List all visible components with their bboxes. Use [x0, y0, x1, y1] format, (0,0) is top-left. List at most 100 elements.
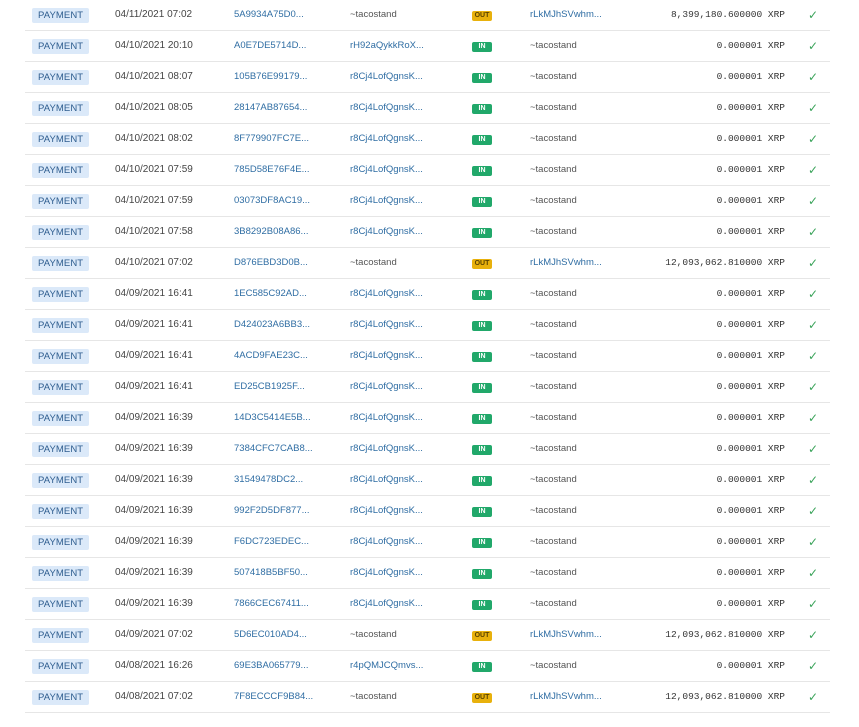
tx-from[interactable]: r8Cj4LofQgnsK... — [350, 465, 423, 495]
table-row[interactable]: PAYMENT 04/10/2021 08:02 8F779907FC7E... r8… — [25, 124, 830, 155]
tx-hash-link[interactable]: 992F2D5DF877... — [234, 496, 310, 526]
check-icon: ✓ — [807, 504, 818, 518]
table-row[interactable]: PAYMENT 04/09/2021 16:39 7384CFC7CAB8... r8… — [25, 434, 830, 465]
tx-from[interactable]: r8Cj4LofQgnsK... — [350, 589, 423, 619]
tx-hash-link[interactable]: 8F779907FC7E... — [234, 124, 309, 154]
tx-hash-link[interactable]: 03073DF8AC19... — [234, 186, 310, 216]
tx-to: ~tacostand — [530, 536, 577, 547]
type-badge: PAYMENT — [32, 442, 90, 457]
type-badge: PAYMENT — [32, 535, 90, 550]
tx-date: 04/09/2021 16:39 — [115, 474, 193, 485]
tx-hash-link[interactable]: 7866CEC67411... — [234, 589, 309, 619]
tx-hash-link[interactable]: A0E7DE5714D... — [234, 31, 306, 61]
table-row[interactable]: PAYMENT 04/10/2021 08:07 105B76E99179... r8… — [25, 62, 830, 93]
table-row[interactable]: PAYMENT 04/10/2021 07:02 D876EBD3D0B... ~ta… — [25, 248, 830, 279]
tx-date: 04/09/2021 07:02 — [115, 629, 193, 640]
tx-from[interactable]: rH92aQykkRoX... — [350, 31, 424, 61]
tx-from[interactable]: r8Cj4LofQgnsK... — [350, 496, 423, 526]
tx-hash-link[interactable]: 1EC585C92AD... — [234, 279, 307, 309]
tx-from: ~tacostand — [350, 629, 397, 640]
tx-to[interactable]: rLkMJhSVwhm... — [530, 682, 602, 712]
tx-hash-link[interactable]: 7F8ECCCF9B84... — [234, 682, 313, 712]
tx-from[interactable]: r8Cj4LofQgnsK... — [350, 93, 423, 123]
tx-amount: 0.000001 XRP — [716, 443, 785, 454]
tx-to: ~tacostand — [530, 288, 577, 299]
tx-to[interactable]: rLkMJhSVwhm... — [530, 248, 602, 278]
type-badge: PAYMENT — [32, 597, 90, 612]
tx-to[interactable]: rLkMJhSVwhm... — [530, 0, 602, 30]
table-row[interactable]: PAYMENT 04/10/2021 07:58 3B8292B08A86... r8… — [25, 217, 830, 248]
tx-from[interactable]: r8Cj4LofQgnsK... — [350, 217, 423, 247]
table-row[interactable]: PAYMENT 04/09/2021 16:39 F6DC723EDEC... r8C… — [25, 527, 830, 558]
type-badge: PAYMENT — [32, 473, 90, 488]
tx-from[interactable]: r8Cj4LofQgnsK... — [350, 186, 423, 216]
tx-hash-link[interactable]: D876EBD3D0B... — [234, 248, 308, 278]
tx-from[interactable]: r8Cj4LofQgnsK... — [350, 155, 423, 185]
tx-hash-link[interactable]: D424023A6BB3... — [234, 310, 310, 340]
check-icon: ✓ — [807, 101, 818, 115]
tx-from[interactable]: r8Cj4LofQgnsK... — [350, 372, 423, 402]
tx-from[interactable]: r8Cj4LofQgnsK... — [350, 403, 423, 433]
tx-from[interactable]: r8Cj4LofQgnsK... — [350, 310, 423, 340]
type-badge: PAYMENT — [32, 659, 90, 674]
table-row[interactable]: PAYMENT 04/08/2021 16:26 69E3BA065779... r4… — [25, 651, 830, 682]
tx-hash-link[interactable]: 14D3C5414E5B... — [234, 403, 311, 433]
tx-hash-link[interactable]: F6DC723EDEC... — [234, 527, 309, 557]
tx-hash-link[interactable]: 28147AB87654... — [234, 93, 307, 123]
table-row[interactable]: PAYMENT 04/09/2021 16:39 992F2D5DF877... r8… — [25, 496, 830, 527]
table-row[interactable]: PAYMENT 04/08/2021 07:02 7F8ECCCF9B84... ~t… — [25, 682, 830, 713]
table-row[interactable]: PAYMENT 04/10/2021 08:05 28147AB87654... r8… — [25, 93, 830, 124]
tx-date: 04/09/2021 16:41 — [115, 381, 193, 392]
table-row[interactable]: PAYMENT 04/09/2021 07:02 5D6EC010AD4... ~ta… — [25, 620, 830, 651]
table-row[interactable]: PAYMENT 04/09/2021 16:39 31549478DC2... r8C… — [25, 465, 830, 496]
direction-badge: IN — [472, 290, 492, 300]
tx-from[interactable]: r8Cj4LofQgnsK... — [350, 124, 423, 154]
tx-amount: 0.000001 XRP — [716, 536, 785, 547]
tx-from[interactable]: r4pQMJCQmvs... — [350, 651, 423, 681]
tx-from[interactable]: r8Cj4LofQgnsK... — [350, 62, 423, 92]
table-row[interactable]: PAYMENT 04/09/2021 16:41 D424023A6BB3... r8… — [25, 310, 830, 341]
tx-amount: 0.000001 XRP — [716, 412, 785, 423]
tx-hash-link[interactable]: 5A9934A75D0... — [234, 0, 304, 30]
tx-from[interactable]: r8Cj4LofQgnsK... — [350, 558, 423, 588]
direction-badge: IN — [472, 445, 492, 455]
table-row[interactable]: PAYMENT 04/10/2021 20:10 A0E7DE5714D... rH9… — [25, 31, 830, 62]
tx-hash-link[interactable]: 3B8292B08A86... — [234, 217, 308, 247]
direction-badge: IN — [472, 538, 492, 548]
tx-amount: 0.000001 XRP — [716, 71, 785, 82]
table-row[interactable]: PAYMENT 04/11/2021 07:02 5A9934A75D0... ~ta… — [25, 0, 830, 31]
type-badge: PAYMENT — [32, 287, 90, 302]
tx-hash-link[interactable]: 507418B5BF50... — [234, 558, 308, 588]
table-row[interactable]: PAYMENT 04/09/2021 16:39 14D3C5414E5B... r8… — [25, 403, 830, 434]
tx-from[interactable]: r8Cj4LofQgnsK... — [350, 341, 423, 371]
tx-hash-link[interactable]: 7384CFC7CAB8... — [234, 434, 313, 464]
direction-badge: IN — [472, 476, 492, 486]
tx-from[interactable]: r8Cj4LofQgnsK... — [350, 434, 423, 464]
tx-hash-link[interactable]: 4ACD9FAE23C... — [234, 341, 308, 371]
tx-hash-link[interactable]: 69E3BA065779... — [234, 651, 308, 681]
type-badge: PAYMENT — [32, 256, 90, 271]
table-row[interactable]: PAYMENT 04/09/2021 16:39 7866CEC67411... r8… — [25, 589, 830, 620]
direction-badge: IN — [472, 228, 492, 238]
table-row[interactable]: PAYMENT 04/09/2021 16:41 ED25CB1925F... r8C… — [25, 372, 830, 403]
tx-date: 04/10/2021 20:10 — [115, 40, 193, 51]
tx-from[interactable]: r8Cj4LofQgnsK... — [350, 527, 423, 557]
type-badge: PAYMENT — [32, 194, 90, 209]
tx-hash-link[interactable]: 105B76E99179... — [234, 62, 307, 92]
direction-badge: IN — [472, 197, 492, 207]
type-badge: PAYMENT — [32, 225, 90, 240]
check-icon: ✓ — [807, 70, 818, 84]
table-row[interactable]: PAYMENT 04/09/2021 16:39 507418B5BF50... r8… — [25, 558, 830, 589]
tx-from[interactable]: r8Cj4LofQgnsK... — [350, 279, 423, 309]
tx-hash-link[interactable]: 785D58E76F4E... — [234, 155, 310, 185]
tx-hash-link[interactable]: ED25CB1925F... — [234, 372, 305, 402]
tx-hash-link[interactable]: 5D6EC010AD4... — [234, 620, 307, 650]
tx-hash-link[interactable]: 31549478DC2... — [234, 465, 303, 495]
table-row[interactable]: PAYMENT 04/10/2021 07:59 785D58E76F4E... r8… — [25, 155, 830, 186]
check-icon: ✓ — [807, 256, 818, 270]
table-row[interactable]: PAYMENT 04/09/2021 16:41 1EC585C92AD... r8C… — [25, 279, 830, 310]
tx-from: ~tacostand — [350, 691, 397, 702]
table-row[interactable]: PAYMENT 04/10/2021 07:59 03073DF8AC19... r8… — [25, 186, 830, 217]
table-row[interactable]: PAYMENT 04/09/2021 16:41 4ACD9FAE23C... r8C… — [25, 341, 830, 372]
tx-to[interactable]: rLkMJhSVwhm... — [530, 620, 602, 650]
